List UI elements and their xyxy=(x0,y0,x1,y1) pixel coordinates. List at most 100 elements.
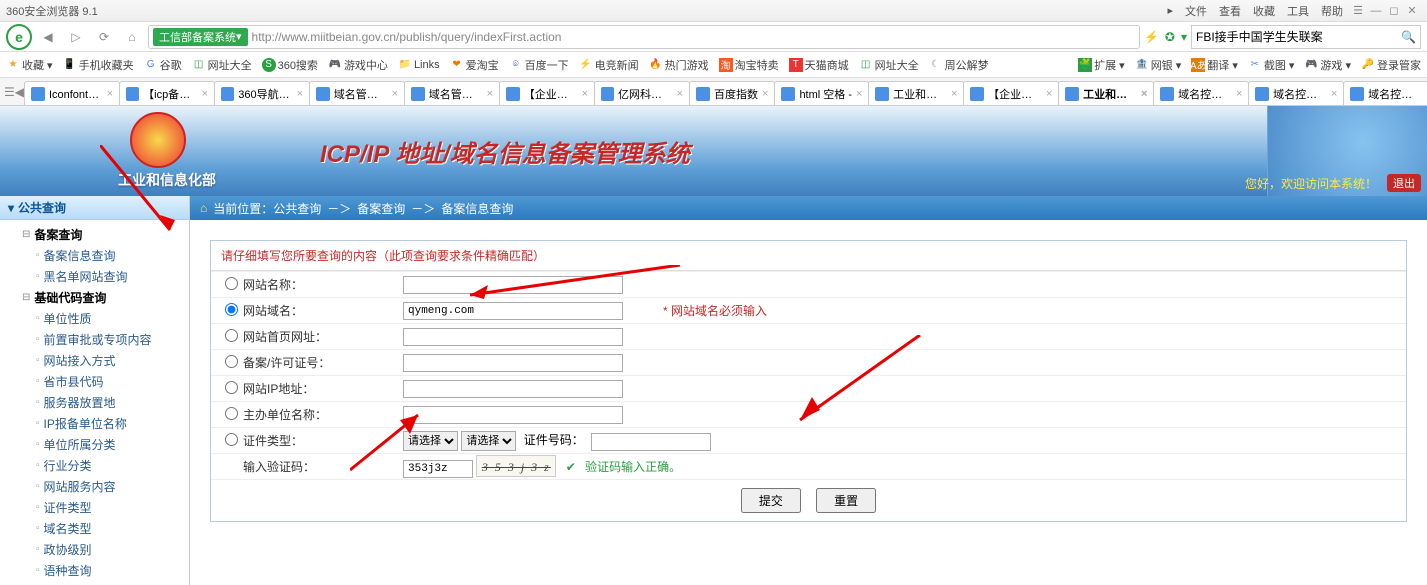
tree-item-1-8[interactable]: ▫ 网站服务内容 xyxy=(36,476,189,497)
view-menu[interactable]: 查看 xyxy=(1213,3,1247,19)
input-license[interactable] xyxy=(403,354,623,372)
tree-item-0-1[interactable]: ▫ 黑名单网站查询 xyxy=(36,266,189,287)
tab-1[interactable]: 【icp备案】× xyxy=(119,81,215,105)
radio-license[interactable] xyxy=(225,355,238,368)
tab-0[interactable]: Iconfont-阿× xyxy=(24,81,120,105)
close-icon[interactable]: × xyxy=(297,88,303,100)
home-button[interactable]: ⌂ xyxy=(120,25,144,49)
input-cert-no[interactable] xyxy=(591,433,711,451)
bm-screenshot[interactable]: ✂截图 ▾ xyxy=(1248,57,1295,73)
input-ip[interactable] xyxy=(403,380,623,398)
tree-item-1-0[interactable]: ▫ 单位性质 xyxy=(36,308,189,329)
bm-hotgames[interactable]: 🔥热门游戏 xyxy=(649,57,709,73)
tree-item-1-4[interactable]: ▫ 服务器放置地 xyxy=(36,392,189,413)
bm-ext[interactable]: 🧩扩展 ▾ xyxy=(1078,57,1125,73)
input-captcha[interactable] xyxy=(403,460,473,478)
input-homepage[interactable] xyxy=(403,328,623,346)
tree-item-1-5[interactable]: ▫ IP报备单位名称 xyxy=(36,413,189,434)
radio-ip[interactable] xyxy=(225,381,238,394)
bm-tmall[interactable]: T天猫商城 xyxy=(789,57,849,73)
tab-3[interactable]: 域名管理面× xyxy=(309,81,405,105)
bm-translate[interactable]: Aあ翻译 ▾ xyxy=(1191,57,1238,73)
bm-dream[interactable]: ☾周公解梦 xyxy=(929,57,989,73)
input-site-name[interactable] xyxy=(403,276,623,294)
close-icon[interactable]: × xyxy=(1046,88,1052,100)
lightning-icon[interactable]: ⚡ xyxy=(1144,30,1159,44)
tree-group-0[interactable]: ⊟ 备案查询 xyxy=(22,224,189,245)
tab-5[interactable]: 【企业梦网× xyxy=(499,81,595,105)
close-window-button[interactable]: ✕ xyxy=(1403,4,1421,17)
close-icon[interactable]: × xyxy=(582,88,588,100)
radio-org[interactable] xyxy=(225,407,238,420)
shield-icon[interactable]: ✪ xyxy=(1165,30,1175,44)
bm-bank[interactable]: 🏦网银 ▾ xyxy=(1135,57,1182,73)
submit-button[interactable]: 提交 xyxy=(741,488,801,513)
home-icon[interactable]: ⌂ xyxy=(200,201,207,215)
tree-item-1-9[interactable]: ▫ 证件类型 xyxy=(36,497,189,518)
tab-7[interactable]: 百度指数× xyxy=(689,81,775,105)
radio-site-name[interactable] xyxy=(225,277,238,290)
maximize-button[interactable]: ◻ xyxy=(1385,4,1403,17)
close-icon[interactable]: × xyxy=(677,88,683,100)
close-icon[interactable]: × xyxy=(856,88,862,100)
bm-sites[interactable]: ◫网址大全 xyxy=(192,57,252,73)
tab-4[interactable]: 域名管理面× xyxy=(404,81,500,105)
captcha-image[interactable]: 3 5 3 j 3 z xyxy=(476,455,556,477)
close-icon[interactable]: × xyxy=(1236,88,1242,100)
tree-group-1[interactable]: ⊟ 基础代码查询 xyxy=(22,287,189,308)
bm-esports[interactable]: ⚡电竞新闻 xyxy=(579,57,639,73)
bm-games2[interactable]: 🎮游戏 ▾ xyxy=(1304,57,1351,73)
bm-taobao[interactable]: ❤爱淘宝 xyxy=(450,57,499,73)
bm-360search[interactable]: S360搜索 xyxy=(262,57,318,73)
tab-13[interactable]: 域名控制台× xyxy=(1248,81,1344,105)
skin-button[interactable]: ☰ xyxy=(1349,4,1367,17)
tab-10[interactable]: 【企业梦网× xyxy=(963,81,1059,105)
back-button[interactable]: ◀ xyxy=(36,25,60,49)
url-input[interactable] xyxy=(252,30,1135,44)
tree-item-1-3[interactable]: ▫ 省市县代码 xyxy=(36,371,189,392)
tree-item-1-2[interactable]: ▫ 网站接入方式 xyxy=(36,350,189,371)
tree-item-1-10[interactable]: ▫ 域名类型 xyxy=(36,518,189,539)
radio-homepage[interactable] xyxy=(225,329,238,342)
bm-baidu[interactable]: ⌾百度一下 xyxy=(509,57,569,73)
tab-scroll-left-button[interactable]: ◀ xyxy=(15,80,24,104)
search-input[interactable] xyxy=(1196,30,1401,44)
tree-item-1-12[interactable]: ▫ 语种查询 xyxy=(36,560,189,581)
tools-menu[interactable]: 工具 xyxy=(1281,3,1315,19)
bm-google[interactable]: G谷歌 xyxy=(144,57,182,73)
input-org[interactable] xyxy=(403,406,623,424)
help-menu[interactable]: 帮助 xyxy=(1315,3,1349,19)
bm-sites2[interactable]: ◫网址大全 xyxy=(859,57,919,73)
address-bar[interactable]: 工信部备案系统 ▾ xyxy=(148,25,1140,49)
search-icon[interactable]: 🔍 xyxy=(1401,30,1416,44)
tree-item-0-0[interactable]: ▫ 备案信息查询 xyxy=(36,245,189,266)
tablist-menu-button[interactable]: ☰ xyxy=(4,80,15,104)
tab-11[interactable]: 工业和信息× xyxy=(1058,81,1154,105)
radio-domain[interactable] xyxy=(225,303,238,316)
close-icon[interactable]: × xyxy=(951,88,957,100)
tab-12[interactable]: 域名控制台× xyxy=(1153,81,1249,105)
reload-button[interactable]: ⟳ xyxy=(92,25,116,49)
reset-button[interactable]: 重置 xyxy=(816,488,876,513)
tab-8[interactable]: html 空格 -× xyxy=(774,81,869,105)
tree-item-1-11[interactable]: ▫ 政协级别 xyxy=(36,539,189,560)
sidebar-header[interactable]: ▾ 公共查询 xyxy=(0,196,189,220)
bm-login[interactable]: 🔑登录管家 xyxy=(1361,57,1421,73)
close-icon[interactable]: × xyxy=(762,88,768,100)
tree-item-1-6[interactable]: ▫ 单位所属分类 xyxy=(36,434,189,455)
browser-logo-icon[interactable]: e xyxy=(6,24,32,50)
close-icon[interactable]: × xyxy=(107,88,113,100)
close-icon[interactable]: × xyxy=(392,88,398,100)
bm-favorites[interactable]: ★收藏 ▾ xyxy=(6,57,53,73)
tab-9[interactable]: 工业和信息× xyxy=(868,81,964,105)
close-icon[interactable]: × xyxy=(1141,88,1147,100)
close-icon[interactable]: × xyxy=(1331,88,1337,100)
favorites-menu[interactable]: 收藏 xyxy=(1247,3,1281,19)
input-domain[interactable] xyxy=(403,302,623,320)
select-cert-sub[interactable]: 请选择 xyxy=(461,431,516,451)
radio-cert[interactable] xyxy=(225,433,238,446)
bm-mobile[interactable]: 📱手机收藏夹 xyxy=(63,57,134,73)
bm-games[interactable]: 🎮游戏中心 xyxy=(328,57,388,73)
tree-item-1-7[interactable]: ▫ 行业分类 xyxy=(36,455,189,476)
close-icon[interactable]: × xyxy=(487,88,493,100)
